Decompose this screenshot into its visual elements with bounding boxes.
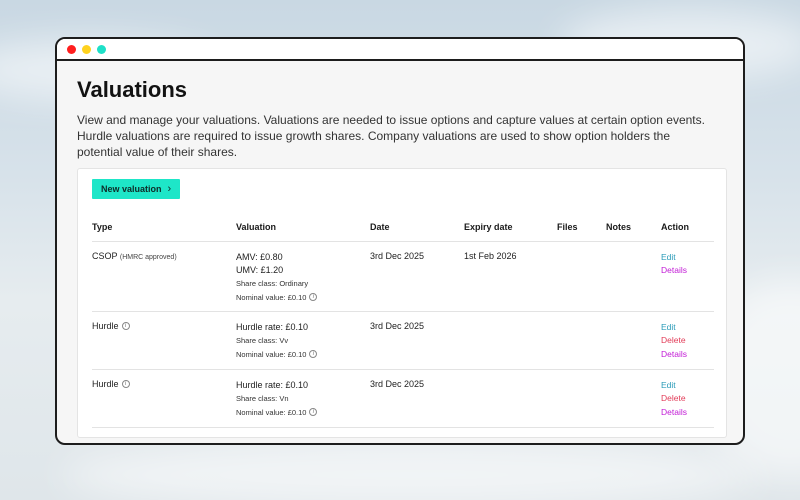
cell-date: 3rd Dec 2025 [370, 311, 464, 370]
page-title: Valuations [77, 77, 188, 102]
info-icon[interactable]: i [309, 407, 318, 416]
cell-files [557, 369, 606, 428]
type-label: Hurdle [92, 320, 119, 331]
edit-link[interactable]: Edit [661, 379, 714, 393]
type-label: Hurdle [92, 378, 119, 389]
table-row: CSOP (HMRC approved) AMV: £0.80 UMV: £1.… [92, 241, 714, 312]
cell-notes [606, 311, 661, 370]
cell-type: CSOP (HMRC approved) [92, 241, 236, 312]
col-header-valuation: Valuation [236, 213, 370, 242]
delete-link[interactable]: Delete [661, 334, 714, 348]
cell-actions: Edit Delete Details [661, 369, 714, 428]
col-header-date: Date [370, 213, 464, 242]
hurdle-rate: Hurdle rate: £0.10 [236, 321, 309, 332]
info-icon[interactable]: i [309, 292, 318, 301]
valuations-card: New valuation › Type Valuation Date Expi… [77, 168, 727, 438]
cell-type: Hurdle i [92, 311, 236, 370]
cell-expiry-date [464, 369, 557, 428]
col-header-action: Action [661, 213, 714, 242]
share-class: Share class: Ordinary [236, 278, 309, 288]
details-link[interactable]: Details [661, 264, 714, 278]
umv-value: UMV: £1.20 [236, 264, 284, 275]
nominal-value-text: Nominal value: £0.10 [236, 292, 307, 302]
cell-expiry-date [464, 311, 557, 370]
valuations-table: Type Valuation Date Expiry date Files No… [92, 213, 714, 428]
close-window-button[interactable] [67, 44, 76, 54]
details-link[interactable]: Details [661, 406, 714, 420]
page-description: View and manage your valuations. Valuati… [77, 113, 705, 159]
amv-value: AMV: £0.80 [236, 251, 283, 262]
col-header-notes: Notes [606, 213, 661, 242]
table-row: Hurdle i Hurdle rate: £0.10 Share class: … [92, 369, 714, 428]
info-icon[interactable]: i [121, 321, 130, 330]
main-content: Valuations View and manage your valuatio… [57, 61, 743, 438]
cell-valuation: AMV: £0.80 UMV: £1.20 Share class: Ordin… [236, 241, 370, 312]
cell-date: 3rd Dec 2025 [370, 241, 464, 312]
edit-link[interactable]: Edit [661, 251, 714, 265]
app-window: Valuations View and manage your valuatio… [55, 37, 745, 445]
cell-valuation: Hurdle rate: £0.10 Share class: Vn Nomin… [236, 369, 370, 428]
nominal-value: Nominal value: £0.10 i [236, 406, 370, 420]
details-link[interactable]: Details [661, 348, 714, 362]
new-valuation-button[interactable]: New valuation › [92, 179, 181, 199]
cell-files [557, 241, 606, 312]
cell-type: Hurdle i [92, 369, 236, 428]
nominal-value-text: Nominal value: £0.10 [236, 349, 307, 359]
col-header-expiry-date: Expiry date [464, 213, 557, 242]
cell-valuation: Hurdle rate: £0.10 Share class: Vv Nomin… [236, 311, 370, 370]
edit-link[interactable]: Edit [661, 321, 714, 335]
col-header-type: Type [92, 213, 236, 242]
nominal-value: Nominal value: £0.10 i [236, 348, 370, 362]
delete-link[interactable]: Delete [661, 392, 714, 406]
hurdle-rate: Hurdle rate: £0.10 [236, 379, 309, 390]
cell-files [557, 311, 606, 370]
nominal-value-text: Nominal value: £0.10 [236, 407, 307, 417]
info-icon[interactable]: i [121, 379, 130, 388]
maximize-window-button[interactable] [97, 44, 106, 54]
cell-notes [606, 369, 661, 428]
cell-actions: Edit Delete Details [661, 311, 714, 370]
info-icon[interactable]: i [309, 349, 318, 358]
table-header-row: Type Valuation Date Expiry date Files No… [92, 213, 714, 242]
type-label: CSOP [92, 250, 118, 261]
nominal-value: Nominal value: £0.10 i [236, 291, 370, 305]
new-valuation-label: New valuation [101, 184, 162, 194]
minimize-window-button[interactable] [82, 44, 91, 54]
cell-notes [606, 241, 661, 312]
share-class: Share class: Vv [236, 335, 289, 345]
title-bar [57, 39, 743, 61]
cell-actions: Edit Details [661, 241, 714, 312]
chevron-right-icon: › [167, 183, 172, 195]
share-class: Share class: Vn [236, 393, 289, 403]
cell-expiry-date: 1st Feb 2026 [464, 241, 557, 312]
cell-date: 3rd Dec 2025 [370, 369, 464, 428]
table-row: Hurdle i Hurdle rate: £0.10 Share class: … [92, 311, 714, 370]
col-header-files: Files [557, 213, 606, 242]
type-note: (HMRC approved) [119, 253, 177, 261]
